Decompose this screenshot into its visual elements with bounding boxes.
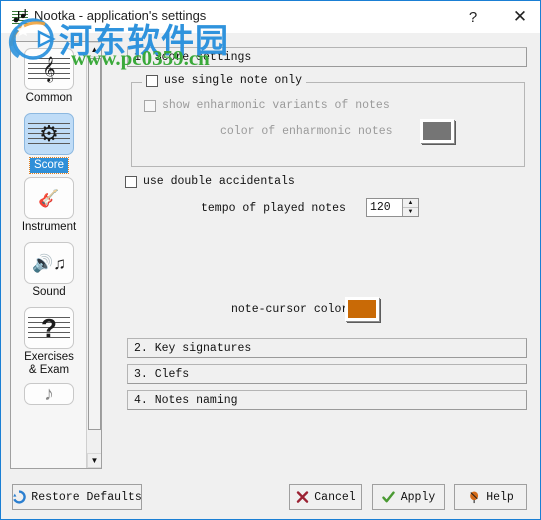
section-header-key-signatures[interactable]: 2. Key signatures <box>127 338 527 358</box>
sidebar-item-instrument[interactable]: 🎸 Instrument <box>11 173 87 238</box>
balloon-icon <box>467 490 481 504</box>
help-footer-label: Help <box>486 490 514 504</box>
sidebar-item-sound[interactable]: 🔊♫ Sound <box>11 238 87 303</box>
apply-label: Apply <box>400 490 436 504</box>
sidebar-scrollbar[interactable]: ▲ ▼ <box>86 42 101 468</box>
title-bar: Nootka - application's settings ? ✕ <box>1 0 540 33</box>
app-icon <box>11 8 29 26</box>
use-double-accidentals-checkbox[interactable] <box>125 175 137 188</box>
enharmonic-color-swatch-button[interactable] <box>420 119 454 143</box>
enharmonic-color-swatch <box>423 122 451 140</box>
refresh-icon <box>12 490 27 504</box>
scroll-down-arrow[interactable]: ▼ <box>87 453 101 468</box>
enharmonic-color-label-row: color of enharmonic notes <box>220 125 393 138</box>
cancel-label: Cancel <box>314 490 356 504</box>
restore-defaults-label: Restore Defaults <box>31 490 142 504</box>
settings-window: Nootka - application's settings ? ✕ 𝄞 Co… <box>0 0 541 520</box>
use-single-note-only-checkbox[interactable] <box>146 74 158 87</box>
sidebar-item-label-score: Score <box>28 157 70 174</box>
staff-gear-icon: ⚙ <box>24 113 74 155</box>
sidebar-item-exercises-exam[interactable]: ? Exercises & Exam <box>11 303 87 381</box>
note-cursor-color-swatch <box>348 300 376 318</box>
staff-clef-guitar-icon: 𝄞 <box>24 48 74 90</box>
section-header-notes-naming[interactable]: 4. Notes naming <box>127 390 527 410</box>
sidebar-item-label-sound: Sound <box>32 286 66 298</box>
close-button[interactable]: ✕ <box>498 1 540 33</box>
use-double-accidentals-label: use double accidentals <box>143 175 295 188</box>
note-partial-icon: ♪ <box>24 383 74 405</box>
sidebar-item-label-common: Common <box>25 92 73 104</box>
question-mark-staff-icon: ? <box>24 307 74 349</box>
cancel-button[interactable]: Cancel <box>289 484 362 510</box>
apply-button[interactable]: Apply <box>372 484 445 510</box>
sidebar-item-label-instrument: Instrument <box>21 221 77 233</box>
window-title: Nootka - application's settings <box>34 8 207 23</box>
sidebar-item-label-exercises-exam: Exercises & Exam <box>24 351 74 376</box>
settings-main-panel: 1. Score settings use single note only s… <box>109 41 531 469</box>
note-cursor-color-swatch-button[interactable] <box>345 297 379 321</box>
cross-icon <box>295 490 309 504</box>
show-enharmonic-variants-row[interactable]: show enharmonic variants of notes <box>144 99 390 112</box>
sidebar-item-partial[interactable]: ♪ <box>11 379 87 405</box>
tempo-stepper[interactable]: ▲ ▼ <box>402 199 418 216</box>
use-single-note-only-label: use single note only <box>164 74 303 87</box>
dialog-button-bar: Restore Defaults Cancel Apply Help <box>1 476 540 519</box>
guitar-icon: 🎸 <box>24 177 74 219</box>
sidebar-item-common[interactable]: 𝄞 Common <box>11 42 87 109</box>
single-note-group-title[interactable]: use single note only <box>142 74 307 87</box>
tempo-value[interactable]: 120 <box>367 199 402 216</box>
show-enharmonic-variants-label: show enharmonic variants of notes <box>162 99 390 112</box>
note-cursor-color-label: note-cursor color <box>231 303 349 316</box>
tempo-step-up[interactable]: ▲ <box>403 199 418 208</box>
note-cursor-color-label-row: note-cursor color <box>231 303 348 316</box>
scroll-up-arrow[interactable]: ▲ <box>87 42 101 57</box>
help-button[interactable]: ? <box>451 1 495 33</box>
show-enharmonic-variants-checkbox[interactable] <box>144 99 156 112</box>
category-list: 𝄞 Common ⚙ Score 🎸 Instrument 🔊♫ Sound ?… <box>11 42 87 468</box>
help-footer-button[interactable]: Help <box>454 484 527 510</box>
tempo-label-row: tempo of played notes <box>201 202 346 215</box>
single-note-group: use single note only show enharmonic var… <box>131 74 525 167</box>
enharmonic-color-label: color of enharmonic notes <box>220 125 393 138</box>
restore-defaults-button[interactable]: Restore Defaults <box>12 484 142 510</box>
sidebar-item-score[interactable]: ⚙ Score <box>11 109 87 174</box>
tempo-label: tempo of played notes <box>201 202 346 215</box>
section-header-score-settings[interactable]: 1. Score settings <box>127 47 527 67</box>
check-icon <box>382 490 396 504</box>
tempo-spinbox[interactable]: 120 ▲ ▼ <box>366 198 419 217</box>
section-header-clefs[interactable]: 3. Clefs <box>127 364 527 384</box>
tempo-step-down[interactable]: ▼ <box>403 208 418 216</box>
content-area: 𝄞 Common ⚙ Score 🎸 Instrument 🔊♫ Sound ?… <box>1 33 540 476</box>
settings-category-sidebar: 𝄞 Common ⚙ Score 🎸 Instrument 🔊♫ Sound ?… <box>10 41 102 469</box>
speaker-note-icon: 🔊♫ <box>24 242 74 284</box>
use-double-accidentals-row[interactable]: use double accidentals <box>125 175 295 188</box>
scrollbar-thumb[interactable] <box>88 58 101 430</box>
